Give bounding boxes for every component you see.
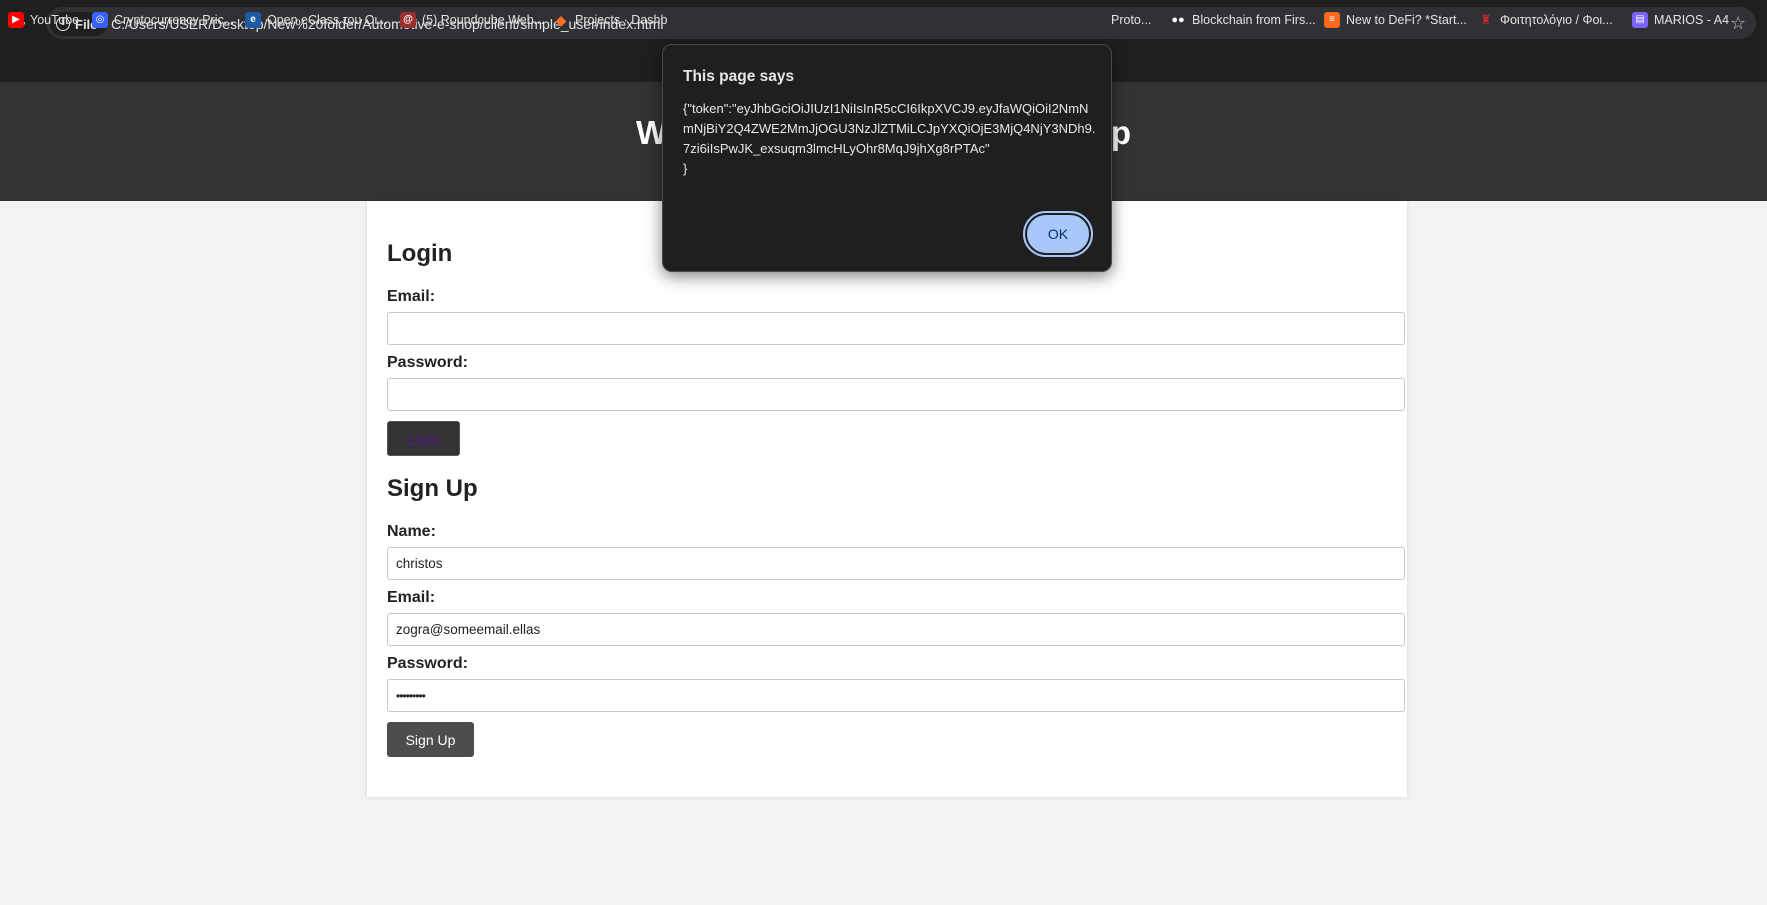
login-email-input[interactable] [387,312,1405,345]
bookmark-label: Projects · Dashb [575,13,668,27]
signup-button[interactable]: Sign Up [387,722,474,757]
medium-icon: ●● [1171,14,1185,26]
login-password-label: Password: [387,354,468,371]
signup-email-input[interactable]: zogra@someemail.ellas [387,613,1405,646]
bookmark-label: (5) Roundcube Web... [422,13,545,27]
signup-password-label: Password: [387,655,468,672]
roundcube-icon: @ [400,12,416,28]
alert-dialog: This page says {"token":"eyJhbGciOiJIUzI… [662,44,1112,272]
login-button[interactable]: Login [387,421,460,456]
dialog-message: {"token":"eyJhbGciOiJIUzI1NiIsInR5cCI6Ik… [683,101,1096,176]
university-icon: ♜ [1480,12,1492,27]
bookmark-cryptocurrency[interactable]: ◎ Cryptocurrency Pric... [92,12,234,28]
bookmark-star-icon[interactable]: ☆ [1730,13,1746,34]
bookmark-label: MARIOS - A4 [1654,13,1730,27]
signup-password-input[interactable]: ••••••••• [387,679,1405,712]
bookmark-label: Cryptocurrency Pric... [114,13,235,27]
login-email-label: Email: [387,288,436,305]
substack-icon: ≡ [1324,12,1340,28]
bookmark-defi[interactable]: ≡ New to DeFi? *Start... [1324,12,1467,28]
signup-name-input[interactable]: christos [387,547,1405,580]
signup-email-label: Email: [387,589,436,606]
bookmark-roundcube[interactable]: @ (5) Roundcube Web... [400,12,544,28]
bookmark-label: Blockchain from Firs... [1192,13,1316,27]
bookmark-eclass[interactable]: e Open eClass του Οι... [245,12,388,28]
bookmark-label: Φοιτητολόγιο / Φοι... [1500,13,1613,27]
bookmark-label: Proto... [1111,13,1152,27]
bookmark-marios[interactable]: ▤ MARIOS - A4 [1632,12,1729,28]
signup-name-label: Name: [387,523,436,540]
document-icon: ▤ [1632,12,1648,28]
bookmark-foititologio[interactable]: ♜ Φοιτητολόγιο / Φοι... [1478,12,1613,28]
youtube-icon: ▶ [8,12,24,28]
eclass-icon: e [245,12,261,28]
bookmark-label: Open eClass του Οι... [267,13,388,27]
bookmark-blockchain[interactable]: ●● Blockchain from Firs... [1170,12,1316,28]
bookmark-label: New to DeFi? *Start... [1346,13,1467,27]
dialog-title: This page says [683,68,795,85]
gitlab-icon: ◆ [555,12,567,28]
bookmark-label: YouTube [30,13,80,27]
bookmark-proto[interactable]: Proto... [1111,12,1151,28]
signup-heading: Sign Up [387,475,478,502]
login-link[interactable]: Login [408,431,440,446]
bookmark-gitlab-projects[interactable]: ◆ Projects · Dashb [553,12,668,28]
coinmarketcap-icon: ◎ [92,12,108,28]
bookmark-youtube[interactable]: ▶ YouTube [8,12,79,28]
login-password-input[interactable] [387,378,1405,411]
login-heading: Login [387,240,453,267]
ok-button[interactable]: OK [1023,211,1093,257]
